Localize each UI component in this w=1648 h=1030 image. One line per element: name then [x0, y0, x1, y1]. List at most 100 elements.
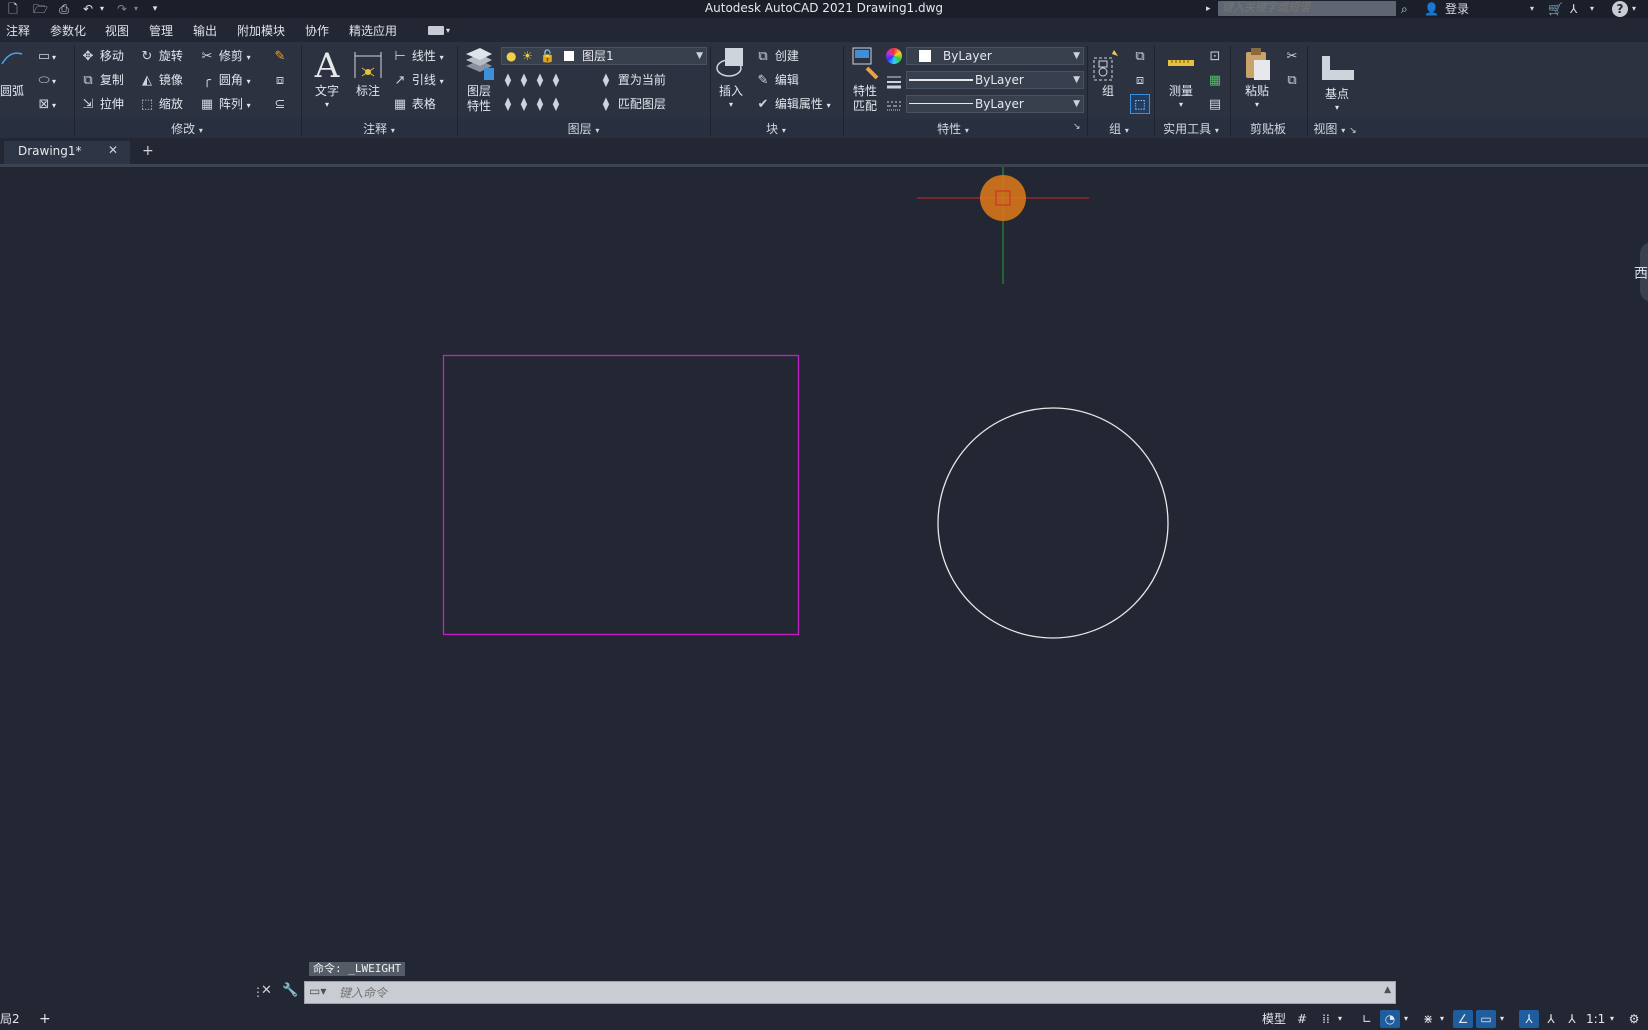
menu-featured-apps[interactable]: 精选应用	[349, 22, 397, 40]
linetype-dropdown[interactable]: ByLayer ▼	[906, 95, 1084, 113]
object-snap-icon[interactable]: ▭	[1476, 1010, 1496, 1028]
search-icon[interactable]: ⌕	[1401, 0, 1408, 18]
layer-tools-row-1[interactable]: ⧫ ⧫ ⧫ ⧫	[503, 71, 567, 89]
auto-scale-icon[interactable]: ⅄	[1542, 1010, 1560, 1028]
paste-dropdown-icon[interactable]: ▾	[1238, 97, 1276, 112]
cut-icon[interactable]: ✂	[1284, 47, 1300, 65]
command-input[interactable]	[339, 984, 1339, 1001]
dimension-icon[interactable]	[352, 48, 384, 82]
mirror-button[interactable]: ◭ 镜像	[139, 71, 183, 89]
edit-attribute-button[interactable]: ✔ 编辑属性 ▾	[755, 95, 831, 113]
color-dropdown[interactable]: ByLayer ▼	[906, 47, 1084, 65]
basepoint-icon[interactable]	[1322, 54, 1354, 80]
arc-icon[interactable]	[0, 48, 28, 68]
array-button[interactable]: ▦ 阵列 ▾	[199, 95, 251, 113]
grid-display-icon[interactable]: #	[1294, 1010, 1310, 1028]
command-prompt-icon[interactable]: ▭▾	[309, 984, 326, 998]
linetype-icon[interactable]	[886, 98, 902, 112]
model-space-toggle[interactable]: 模型	[1262, 1010, 1286, 1028]
layer-tools-row-2[interactable]: ⧫ ⧫ ⧫ ⧫	[503, 95, 567, 113]
table-button[interactable]: ▦ 表格	[392, 95, 436, 113]
group-selection-toggle-icon[interactable]: ⬚	[1130, 94, 1150, 114]
ribbon-toggle-dropdown-icon[interactable]: ▾	[446, 22, 450, 40]
calculator-icon[interactable]: ▤	[1207, 95, 1223, 113]
drawing-canvas[interactable]: 西	[0, 167, 1648, 975]
panel-title-modify[interactable]: 修改 ▾	[74, 120, 300, 138]
panel-title-block[interactable]: 块 ▾	[710, 120, 842, 138]
measure-dropdown-icon[interactable]: ▾	[1162, 97, 1200, 112]
rotate-button[interactable]: ↻ 旋转	[139, 47, 183, 65]
group-icon[interactable]	[1092, 48, 1122, 82]
object-snap-tracking-icon[interactable]: ∠	[1453, 1010, 1473, 1028]
open-file-icon[interactable]: 🗁	[33, 1, 48, 17]
quick-select-icon[interactable]: ⊡	[1207, 47, 1223, 65]
scale-button[interactable]: ⬚ 缩放	[139, 95, 183, 113]
panel-title-view[interactable]: 视图 ▾ ↘	[1307, 120, 1363, 138]
workspace-gear-icon[interactable]: ⚙	[1626, 1010, 1642, 1028]
match-properties-icon[interactable]	[851, 46, 881, 82]
erase-icon[interactable]: ✎	[272, 47, 288, 65]
login-label[interactable]: 登录	[1445, 0, 1469, 18]
copy-button[interactable]: ⧉ 复制	[80, 71, 124, 89]
menu-manage[interactable]: 管理	[149, 22, 173, 40]
menu-view[interactable]: 视图	[105, 22, 129, 40]
redo-icon[interactable]: ↷	[114, 1, 130, 17]
add-layout-plus-icon[interactable]: +	[39, 1010, 51, 1028]
print-icon[interactable]: ⎙	[56, 1, 72, 17]
arc-label[interactable]: 圆弧	[0, 82, 24, 100]
snap-dropdown-icon[interactable]: ▾	[1336, 1010, 1344, 1028]
redo-dropdown-icon[interactable]: ▾	[132, 1, 140, 17]
rectangle-tool-icon[interactable]: ▭ ▾	[36, 47, 56, 65]
new-tab-plus-icon[interactable]: +	[142, 143, 154, 159]
fillet-button[interactable]: ╭ 圆角 ▾	[199, 71, 251, 89]
undo-icon[interactable]: ↶	[80, 1, 96, 17]
dimension-label[interactable]: 标注	[352, 84, 384, 99]
linear-dim-button[interactable]: ⊢ 线性 ▾	[392, 47, 443, 65]
trim-button[interactable]: ✂ 修剪 ▾	[199, 47, 251, 65]
measure-icon[interactable]	[1166, 54, 1196, 74]
command-history-toggle-icon[interactable]: ▲	[1384, 985, 1391, 995]
color-wheel-icon[interactable]	[886, 48, 902, 64]
basepoint-dropdown-icon[interactable]: ▾	[1318, 100, 1356, 115]
ellipse-tool-icon[interactable]: ⬭ ▾	[36, 71, 56, 89]
paste-icon[interactable]	[1242, 46, 1272, 82]
offset-icon[interactable]: ⊆	[272, 95, 288, 113]
copy-clip-icon[interactable]: ⧉	[1284, 71, 1300, 89]
viewcube-west-label[interactable]: 西	[1634, 263, 1648, 283]
create-block-button[interactable]: ⧉ 创建	[755, 47, 799, 65]
tab-drawing1[interactable]: Drawing1* ✕	[4, 141, 130, 164]
ungroup-icon[interactable]: ⧉	[1132, 47, 1148, 65]
undo-dropdown-icon[interactable]: ▾	[98, 1, 106, 17]
search-expand-icon[interactable]: ▸	[1206, 0, 1211, 18]
layer-dropdown[interactable]: ● ☀ 🔓 图层1 ▼	[501, 47, 707, 65]
move-button[interactable]: ✥ 移动	[80, 47, 124, 65]
isometric-dropdown-icon[interactable]: ▾	[1438, 1010, 1446, 1028]
help-dropdown-icon[interactable]: ▾	[1632, 0, 1636, 18]
new-file-icon[interactable]: 🗋	[6, 1, 20, 17]
insert-block-dropdown-icon[interactable]: ▾	[713, 97, 749, 112]
edit-block-button[interactable]: ✎ 编辑	[755, 71, 799, 89]
annotation-visibility-icon[interactable]: ⅄	[1519, 1010, 1539, 1028]
select-all-icon[interactable]: ▦	[1207, 71, 1223, 89]
command-customize-wrench-icon[interactable]: 🔧	[282, 983, 298, 998]
text-tool-icon[interactable]: A	[311, 46, 343, 86]
layer-properties-label-1[interactable]: 图层	[460, 84, 498, 99]
object-snap-dropdown-icon[interactable]: ▾	[1498, 1010, 1506, 1028]
annotation-scale-icon[interactable]: ⅄	[1563, 1010, 1581, 1028]
a360-dropdown-icon[interactable]: ▾	[1590, 0, 1594, 18]
search-input[interactable]	[1218, 1, 1396, 16]
explode-icon[interactable]: ⧈	[272, 71, 288, 89]
menu-collaborate[interactable]: 协作	[305, 22, 329, 40]
stretch-button[interactable]: ⇲ 拉伸	[80, 95, 124, 113]
ortho-mode-icon[interactable]: ∟	[1358, 1010, 1376, 1028]
match-properties-label-2[interactable]: 匹配	[847, 99, 883, 114]
tab-close-icon[interactable]: ✕	[108, 143, 118, 157]
insert-block-icon[interactable]	[715, 46, 747, 82]
menu-output[interactable]: 输出	[193, 22, 217, 40]
group-label[interactable]: 组	[1090, 84, 1126, 99]
ucs-crosshair[interactable]	[917, 167, 1089, 284]
login-dropdown-icon[interactable]: ▾	[1530, 0, 1534, 18]
layer-properties-icon[interactable]	[462, 46, 496, 82]
ribbon-toggle-icon[interactable]	[428, 26, 444, 35]
customize-qat-icon[interactable]: ▾	[150, 1, 160, 17]
